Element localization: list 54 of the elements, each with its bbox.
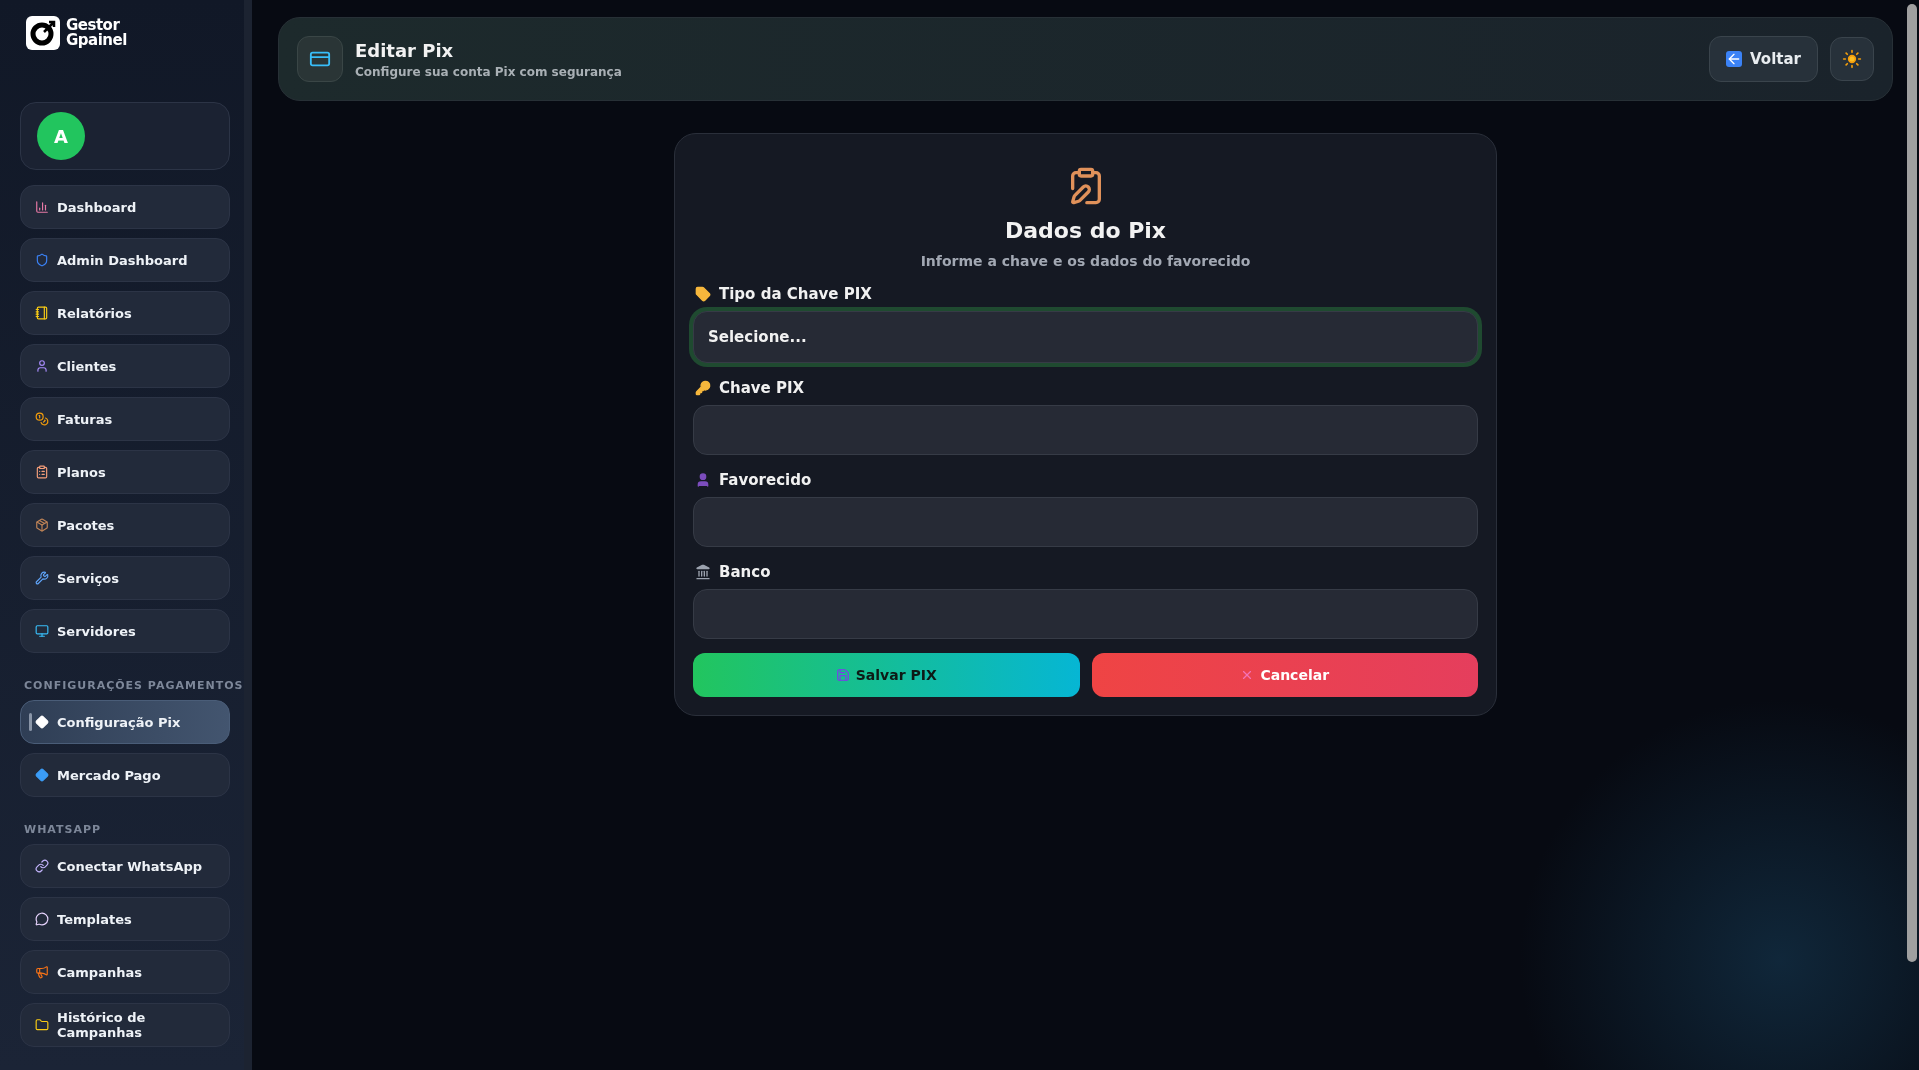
megaphone-icon [35,965,49,979]
person-icon [695,472,711,488]
sun-icon [1842,49,1862,69]
input-field[interactable] [693,589,1478,639]
logo-icon [26,16,60,50]
package-icon [35,518,49,532]
sidebar-item[interactable]: Templates [20,897,230,941]
sidebar-item[interactable]: Histórico de Campanhas [20,1003,230,1047]
logo-text: Gestor Gpainel [66,18,127,48]
person-icon [35,359,49,373]
sidebar-item[interactable]: Dashboard [20,185,230,229]
save-button[interactable]: Salvar PIX [693,653,1080,697]
shield-icon [35,253,49,267]
input-field[interactable] [693,497,1478,547]
page-title: Editar Pix [355,39,455,61]
monitor-icon [35,624,49,638]
section-heading: WHATSAPP [24,823,103,836]
sidebar-item[interactable]: Conectar WhatsApp [20,844,230,888]
field-label: Chave PIX [695,379,1478,397]
field-label: Banco [695,563,1478,581]
sidebar-item[interactable]: Mercado Pago [20,753,230,797]
sidebar-item[interactable]: Planos [20,450,230,494]
sidebar-item[interactable]: Relatórios [20,291,230,335]
sidebar-item[interactable]: Clientes [20,344,230,388]
clipboard-icon [35,465,49,479]
key-icon [695,380,711,396]
sidebar-item[interactable]: Campanhas [20,950,230,994]
sidebar-item[interactable]: Faturas [20,397,230,441]
card-subtitle: Informe a chave e os dados do favorecido [919,253,1252,269]
page-subtitle: Configure sua conta Pix com segurança [355,64,623,79]
back-button[interactable]: Voltar [1709,36,1818,82]
tag-icon [695,286,711,302]
sidebar-item[interactable]: Configuração Pix [20,700,230,744]
link-icon [35,859,49,873]
speech-bubble-icon [35,912,49,926]
input-field[interactable] [693,405,1478,455]
field-label: Favorecido [695,471,1478,489]
scrollbar[interactable] [1907,4,1917,962]
folder-icon [35,1018,49,1032]
sidebar-item[interactable]: Pacotes [20,503,230,547]
diamond-icon [35,715,49,729]
avatar: A [37,112,85,160]
sidebar-item[interactable]: Servidores [20,609,230,653]
sidebar-item[interactable]: Serviços [20,556,230,600]
field-label: Tipo da Chave PIX [695,285,1478,303]
diamond-icon [35,768,49,782]
card-title: Dados do Pix [1003,218,1168,243]
notebook-icon [35,306,49,320]
section-heading: CONFIGURAÇÕES PAGAMENTOS [24,679,244,692]
theme-toggle-button[interactable] [1830,37,1874,81]
chart-icon [35,200,49,214]
sidebar-item[interactable]: Admin Dashboard [20,238,230,282]
bank-icon [695,564,711,580]
cancel-button[interactable]: Cancelar [1091,653,1478,697]
